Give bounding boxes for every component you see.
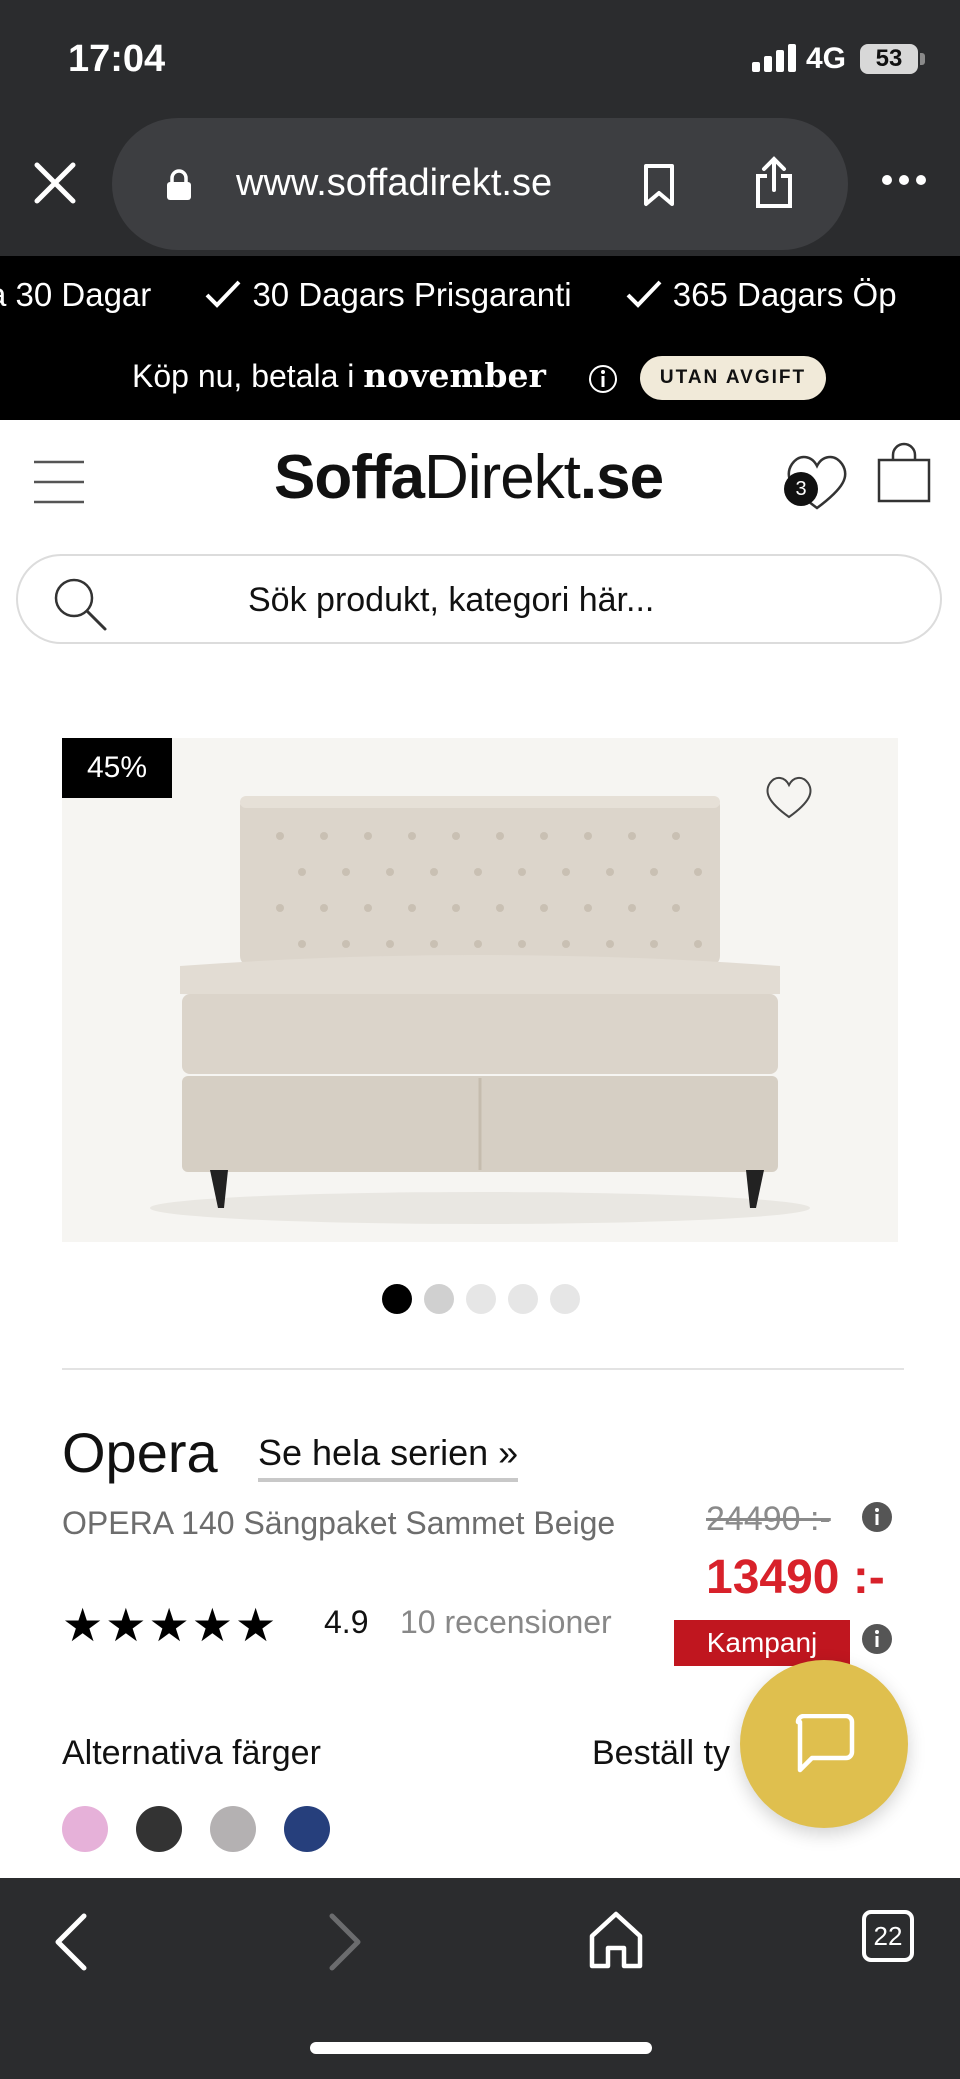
order-fabric-link[interactable]: Beställ ty (592, 1734, 730, 1773)
discount-badge: 45% (62, 738, 172, 798)
carousel-dot[interactable] (424, 1284, 454, 1314)
menu-icon[interactable] (32, 458, 86, 506)
bookmark-icon[interactable] (640, 162, 678, 208)
payment-month: november (363, 356, 546, 395)
site-logo[interactable]: SoffaDirekt.se (274, 442, 664, 513)
usp-item: a 30 Dagar (0, 276, 152, 313)
home-indicator (310, 2042, 652, 2054)
divider (62, 1368, 904, 1370)
status-time: 17:04 (68, 38, 166, 80)
url-text: www.soffadirekt.se (236, 162, 553, 204)
more-icon[interactable] (880, 172, 928, 188)
old-price: 24490 :- (706, 1500, 831, 1538)
carousel-dot[interactable] (382, 1284, 412, 1314)
check-icon (206, 280, 241, 308)
color-swatch[interactable] (284, 1806, 330, 1852)
chat-button[interactable] (740, 1660, 908, 1828)
browser-top-chrome: 17:04 4G 53 www.soffadirekt.se (0, 0, 960, 256)
info-icon[interactable] (862, 1502, 892, 1532)
info-icon[interactable] (588, 364, 618, 394)
tabs-button[interactable]: 22 (862, 1910, 914, 1962)
search-input[interactable]: Sök produkt, kategori här... (16, 554, 942, 644)
reviews-link[interactable]: 10 recensioner (400, 1604, 612, 1641)
series-link[interactable]: Se hela serien » (258, 1432, 519, 1482)
logo-suffix: .se (579, 443, 664, 512)
payment-prefix: Köp nu, betala i (132, 358, 364, 394)
wishlist-count-badge: 3 (784, 472, 818, 506)
carousel-dot[interactable] (550, 1284, 580, 1314)
search-placeholder: Sök produkt, kategori här... (248, 581, 655, 619)
carousel-dot[interactable] (466, 1284, 496, 1314)
search-icon (54, 578, 107, 631)
battery-cap (920, 53, 925, 65)
check-icon (626, 280, 662, 308)
usp-bar: a 30 Dagar 30 Dagars Prisgaranti 365 Dag… (0, 256, 960, 334)
free-pill: UTAN AVGIFT (640, 356, 826, 400)
color-swatch[interactable] (210, 1806, 256, 1852)
usp-item-label: 30 Dagars Prisgaranti (252, 276, 572, 313)
chat-icon (795, 1714, 855, 1773)
close-icon[interactable] (30, 158, 80, 208)
color-swatch[interactable] (62, 1806, 108, 1852)
site-header: SoffaDirekt.se 3 Sök produkt, kategori h… (0, 420, 960, 670)
carousel-dot[interactable] (508, 1284, 538, 1314)
status-bar: 17:04 4G 53 (0, 0, 960, 110)
signal-icon (752, 44, 796, 72)
cart-icon[interactable] (876, 442, 932, 504)
product-title: OPERA 140 Sängpaket Sammet Beige (62, 1505, 616, 1541)
browser-bottom-bar: 22 (0, 1878, 960, 2079)
rating-stars: ★★★★★ (62, 1599, 279, 1651)
info-icon[interactable] (862, 1624, 892, 1654)
home-icon[interactable] (586, 1908, 646, 1970)
payment-text: Köp nu, betala i november (132, 356, 546, 395)
usp-item: 30 Dagars Prisgaranti (204, 276, 572, 314)
alt-colors-label: Alternativa färger (62, 1734, 321, 1772)
series-name: Opera (62, 1421, 218, 1484)
battery-icon: 53 (860, 44, 918, 74)
lock-icon (167, 169, 191, 200)
usp-item-label: 365 Dagars Öp (672, 276, 897, 313)
share-icon[interactable] (752, 156, 796, 210)
heart-icon[interactable] (762, 772, 816, 822)
address-bar[interactable]: www.soffadirekt.se (112, 118, 848, 250)
usp-track: a 30 Dagar 30 Dagars Prisgaranti 365 Dag… (0, 276, 941, 314)
forward-icon[interactable] (322, 1912, 366, 1972)
color-swatch[interactable] (136, 1806, 182, 1852)
price: 13490 :- (706, 1551, 885, 1604)
logo-regular: Direkt (424, 443, 581, 512)
usp-item: 365 Dagars Öp (625, 276, 897, 314)
logo-bold: Soffa (274, 443, 425, 512)
back-icon[interactable] (50, 1912, 94, 1972)
payment-bar: Köp nu, betala i november UTAN AVGIFT (0, 334, 960, 420)
network-label: 4G (806, 42, 847, 75)
rating-value: 4.9 (324, 1604, 369, 1640)
